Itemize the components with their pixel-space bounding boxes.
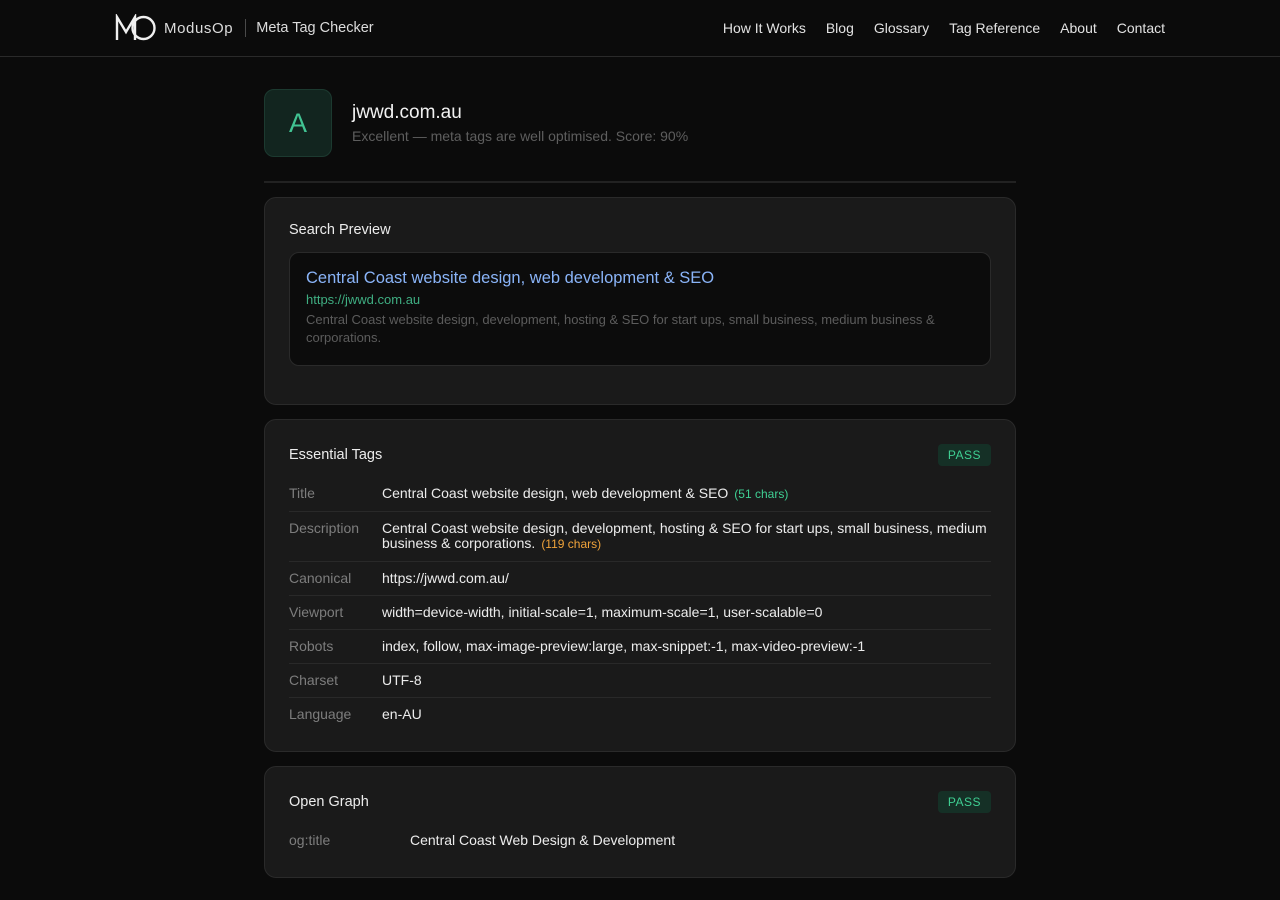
open-graph-card: Open Graph PASS og:title Central Coast W… (264, 766, 1016, 878)
status-badge: PASS (937, 791, 991, 813)
site-info: jwwd.com.au Excellent — meta tags are we… (352, 102, 688, 144)
top-navigation-bar: ModusOp Meta Tag Checker How It Works Bl… (0, 0, 1280, 57)
card-header: Open Graph PASS (289, 791, 991, 813)
tag-row-language: Language en-AU (289, 698, 991, 731)
serp-description: Central Coast website design, developmen… (306, 312, 935, 345)
brand-name[interactable]: ModusOp (164, 20, 233, 37)
tag-label: og:title (289, 832, 331, 848)
tag-value-text: Central Coast website design, web develo… (382, 485, 729, 501)
card-title: Essential Tags (289, 447, 383, 463)
essential-tags-card: Essential Tags PASS Title Central Coast … (264, 419, 1016, 752)
tag-label: Language (289, 706, 352, 722)
tag-value: UTF-8 (382, 672, 422, 688)
tag-label: Viewport (289, 604, 344, 620)
card-title: Search Preview (289, 222, 391, 238)
card-title: Open Graph (289, 794, 369, 810)
top-navigation-inner: ModusOp Meta Tag Checker How It Works Bl… (115, 0, 1165, 56)
brand[interactable]: ModusOp Meta Tag Checker (115, 0, 374, 56)
tag-label: Robots (289, 638, 334, 654)
nav-link-contact[interactable]: Contact (1117, 20, 1165, 36)
nav-link-blog[interactable]: Blog (826, 20, 854, 36)
tag-value: Central Coast website design, developmen… (382, 521, 991, 552)
tag-row-charset: Charset UTF-8 (289, 664, 991, 698)
tag-value: width=device-width, initial-scale=1, max… (382, 604, 823, 620)
product-name: Meta Tag Checker (256, 20, 374, 36)
site-summary-header: A jwwd.com.au Excellent — meta tags are … (264, 57, 1016, 183)
nav-link-tag-reference[interactable]: Tag Reference (949, 20, 1040, 36)
search-preview-card: Search Preview Central Coast website des… (264, 197, 1016, 405)
tag-label: Title (289, 485, 315, 501)
nav-link-how-it-works[interactable]: How It Works (723, 20, 806, 36)
main-nav: How It Works Blog Glossary Tag Reference… (703, 20, 1165, 36)
tag-list: Title Central Coast website design, web … (289, 480, 991, 731)
char-count-badge: (51 chars) (734, 487, 789, 501)
tag-value: https://jwwd.com.au/ (382, 570, 509, 586)
tag-label: Canonical (289, 570, 352, 586)
tag-value: en-AU (382, 706, 422, 722)
tag-value: Central Coast website design, web develo… (382, 486, 991, 502)
brand-divider (245, 19, 247, 37)
site-domain: jwwd.com.au (352, 102, 462, 123)
grade-badge: A (264, 89, 332, 157)
char-count-badge: (119 chars) (541, 537, 602, 551)
tag-row-canonical: Canonical https://jwwd.com.au/ (289, 562, 991, 596)
tag-list: og:title Central Coast Web Design & Deve… (289, 827, 991, 857)
modusop-logo-icon[interactable] (115, 14, 157, 42)
nav-link-glossary[interactable]: Glossary (874, 20, 929, 36)
serp-title: Central Coast website design, web develo… (306, 269, 715, 287)
status-badge: PASS (937, 444, 991, 466)
tag-row-description: Description Central Coast website design… (289, 512, 991, 562)
tag-row-title: Title Central Coast website design, web … (289, 480, 991, 512)
card-header: Essential Tags PASS (289, 444, 991, 466)
tag-value: index, follow, max-image-preview:large, … (382, 638, 866, 654)
tag-value: Central Coast Web Design & Development (410, 832, 676, 848)
tag-label: Charset (289, 672, 339, 688)
score-summary: Excellent — meta tags are well optimised… (352, 128, 689, 144)
tag-row-robots: Robots index, follow, max-image-preview:… (289, 630, 991, 664)
tag-row-viewport: Viewport width=device-width, initial-sca… (289, 596, 991, 630)
tag-label: Description (289, 520, 360, 536)
card-header: Search Preview (289, 222, 991, 238)
serp-preview: Central Coast website design, web develo… (289, 252, 991, 366)
results-main: A jwwd.com.au Excellent — meta tags are … (264, 57, 1016, 878)
nav-link-about[interactable]: About (1060, 20, 1097, 36)
serp-url: https://jwwd.com.au (306, 292, 421, 307)
tag-row-og-title: og:title Central Coast Web Design & Deve… (289, 827, 991, 857)
tag-value-text: Central Coast website design, developmen… (382, 520, 987, 551)
